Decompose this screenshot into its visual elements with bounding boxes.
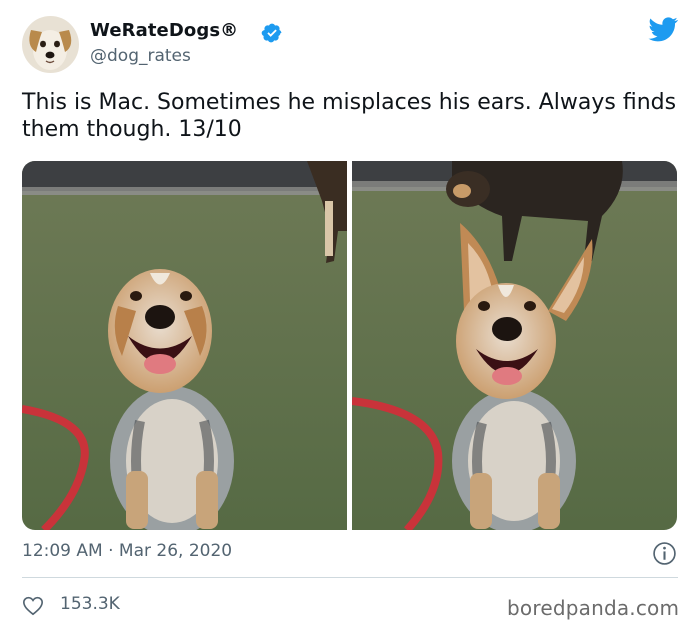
tweet-time: 12:09 AM <box>22 541 103 561</box>
verified-badge-icon <box>261 23 282 43</box>
like-count[interactable]: 153.3K <box>60 594 120 614</box>
display-name[interactable]: WeRateDogs® <box>90 20 238 41</box>
watermark: boredpanda.com <box>507 596 680 620</box>
heart-outline-icon[interactable] <box>22 595 44 616</box>
dog-face-avatar-icon <box>22 16 79 73</box>
display-name-text: WeRateDogs <box>90 20 221 41</box>
info-icon[interactable] <box>652 541 677 566</box>
twitter-bird-icon[interactable] <box>646 14 680 44</box>
timestamp-separator: · <box>108 541 114 561</box>
tweet-date: Mar 26, 2020 <box>118 541 233 561</box>
mac-ears-down-photo[interactable] <box>22 161 347 530</box>
photo-image <box>22 161 347 530</box>
tweet-timestamp[interactable]: 12:09 AM · Mar 26, 2020 <box>22 541 232 561</box>
tweet-text: This is Mac. Sometimes he misplaces his … <box>22 90 677 142</box>
user-handle[interactable]: @dog_rates <box>90 46 191 66</box>
mac-ears-up-photo[interactable] <box>352 161 677 530</box>
avatar[interactable] <box>22 16 79 73</box>
tweet-card: WeRateDogs® @dog_rates This is Mac. Some… <box>0 0 700 633</box>
divider <box>22 577 678 578</box>
photo-image <box>352 161 677 530</box>
registered-mark: ® <box>220 20 239 41</box>
